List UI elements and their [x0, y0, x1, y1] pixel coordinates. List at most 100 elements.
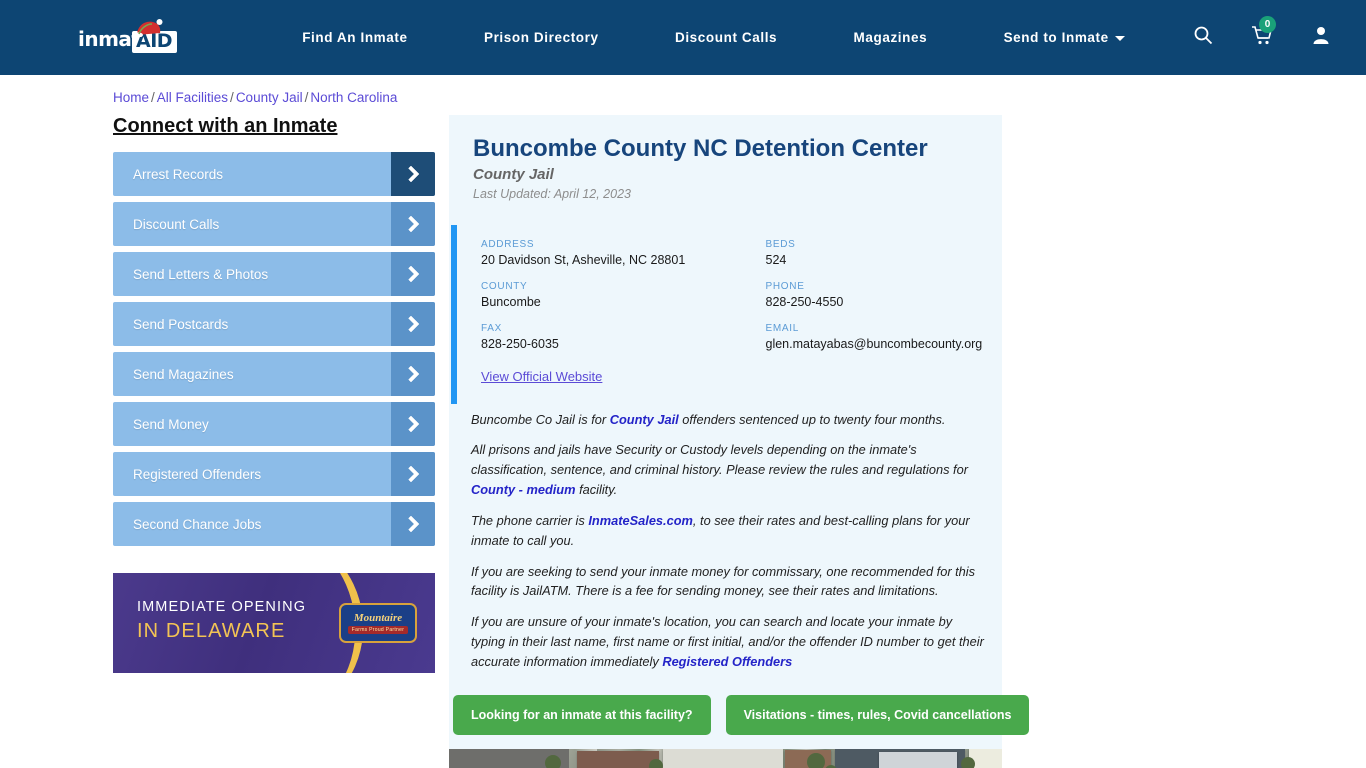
- paragraph-text: facility.: [575, 482, 618, 498]
- ad-headline-line2: IN DELAWARE: [137, 620, 286, 642]
- info-column-right: BEDS 524 PHONE 828-250-4550 EMAIL glen.m…: [742, 239, 1003, 386]
- ad-headline-line1: IMMEDIATE OPENING: [137, 599, 307, 615]
- shopping-cart-icon[interactable]: 0: [1251, 16, 1276, 50]
- nav-item-send-to-inmate[interactable]: Send to Inmate: [1004, 30, 1125, 45]
- breadcrumb-separator: /: [151, 90, 155, 105]
- facility-description: Buncombe Co Jail is for County Jail offe…: [449, 404, 1002, 672]
- description-paragraph-2: All prisons and jails have Security or C…: [471, 440, 988, 499]
- nav-item-find-an-inmate[interactable]: Find An Inmate: [302, 30, 407, 45]
- advertisement-banner[interactable]: IMMEDIATE OPENING IN DELAWARE Mountaire …: [113, 573, 435, 673]
- cart-count-badge: 0: [1259, 16, 1276, 33]
- chevron-right-icon: [391, 152, 435, 196]
- sidebar-item-label: Second Chance Jobs: [133, 516, 262, 532]
- view-official-website-link[interactable]: View Official Website: [481, 369, 602, 384]
- description-paragraph-3: The phone carrier is InmateSales.com, to…: [471, 511, 988, 551]
- sidebar-item-send-letters-photos[interactable]: Send Letters & Photos: [113, 252, 435, 296]
- nav-item-magazines[interactable]: Magazines: [854, 30, 928, 45]
- nav-label: Find An Inmate: [302, 30, 408, 45]
- nav-label: Discount Calls: [674, 30, 778, 45]
- sidebar-item-label: Registered Offenders: [133, 466, 262, 482]
- sidebar-item-label: Discount Calls: [133, 216, 220, 232]
- info-item-county: COUNTY Buncombe: [481, 281, 742, 309]
- registered-offenders-link[interactable]: Registered Offenders: [662, 654, 792, 669]
- sidebar: Connect with an Inmate Arrest Records Di…: [113, 115, 435, 768]
- sidebar-item-label: Send Letters & Photos: [133, 266, 269, 282]
- nav-item-discount-calls[interactable]: Discount Calls: [675, 30, 777, 45]
- facility-panel: Buncombe County NC Detention Center Coun…: [449, 115, 1030, 768]
- paragraph-text: offenders sentenced up to twenty four mo…: [678, 411, 946, 427]
- info-label: FAX: [481, 322, 502, 334]
- inmatesales-link[interactable]: InmateSales.com: [588, 513, 693, 528]
- paragraph-text: All prisons and jails have Security or C…: [471, 442, 968, 478]
- search-icon[interactable]: [1193, 25, 1213, 50]
- page-body: Home / All Facilities / County Jail / North Ca…: [0, 75, 1366, 768]
- ad-logo-text: Mountaire: [353, 611, 403, 624]
- site-header: inmate AID Find An Inmate Prison Directo…: [0, 0, 1366, 75]
- nav-label: Prison Directory: [483, 30, 599, 45]
- sidebar-item-registered-offenders[interactable]: Registered Offenders: [113, 452, 435, 496]
- info-value: 20 Davidson St, Asheville, NC 28801: [481, 252, 686, 267]
- sidebar-item-second-chance-jobs[interactable]: Second Chance Jobs: [113, 502, 435, 546]
- chevron-right-icon: [391, 502, 435, 546]
- info-item-email: EMAIL glen.matayabas@buncombecounty.org: [766, 323, 1003, 351]
- content-columns: Connect with an Inmate Arrest Records Di…: [0, 115, 1366, 768]
- paragraph-text: The phone carrier is: [471, 512, 589, 528]
- sidebar-item-label: Send Magazines: [133, 366, 234, 382]
- info-label: ADDRESS: [481, 238, 535, 250]
- nav-item-prison-directory[interactable]: Prison Directory: [484, 30, 599, 45]
- sidebar-item-discount-calls[interactable]: Discount Calls: [113, 202, 435, 246]
- ad-logo-subtext: Farms Proud Partner: [347, 625, 409, 634]
- breadcrumb-item-home[interactable]: Home: [113, 90, 149, 105]
- info-item-phone: PHONE 828-250-4550: [766, 281, 1003, 309]
- chevron-right-icon: [391, 352, 435, 396]
- breadcrumb: Home / All Facilities / County Jail / North Ca…: [0, 90, 1366, 105]
- info-item-fax: FAX 828-250-6035: [481, 323, 742, 351]
- sidebar-item-send-magazines[interactable]: Send Magazines: [113, 352, 435, 396]
- info-value: 828-250-6035: [481, 336, 559, 351]
- info-label: EMAIL: [765, 322, 800, 334]
- cta-button-row: Looking for an inmate at this facility? …: [449, 683, 1030, 749]
- county-jail-link[interactable]: County Jail: [610, 412, 679, 427]
- info-value: Buncombe: [481, 294, 541, 309]
- nav-label: Magazines: [853, 30, 928, 45]
- facility-info-box: ADDRESS 20 Davidson St, Asheville, NC 28…: [451, 224, 1003, 404]
- chevron-right-icon: [391, 452, 435, 496]
- sidebar-item-send-money[interactable]: Send Money: [113, 402, 435, 446]
- info-item-address: ADDRESS 20 Davidson St, Asheville, NC 28…: [481, 239, 742, 267]
- breadcrumb-item-north-carolina[interactable]: North Carolina: [310, 90, 397, 105]
- facility-type: County Jail: [473, 165, 554, 183]
- breadcrumb-item-all-facilities[interactable]: All Facilities: [157, 90, 228, 105]
- chevron-right-icon: [391, 402, 435, 446]
- info-value: glen.matayabas@buncombecounty.org: [765, 336, 983, 351]
- description-paragraph-5: If you are unsure of your inmate's locat…: [471, 612, 988, 671]
- description-paragraph-4: If you are seeking to send your inmate m…: [471, 563, 976, 599]
- breadcrumb-item-county-jail[interactable]: County Jail: [236, 90, 303, 105]
- info-column-left: ADDRESS 20 Davidson St, Asheville, NC 28…: [481, 239, 742, 386]
- sidebar-title: Connect with an Inmate: [113, 115, 338, 137]
- sidebar-item-label: Arrest Records: [133, 166, 224, 182]
- nav-label: Send to Inmate: [1003, 30, 1109, 45]
- sidebar-item-label: Send Postcards: [133, 316, 229, 332]
- info-value: 828-250-4550: [765, 294, 844, 309]
- county-medium-link[interactable]: County - medium: [471, 482, 576, 497]
- info-item-beds: BEDS 524: [766, 239, 1003, 267]
- page-title: Buncombe County NC Detention Center: [473, 135, 928, 162]
- chevron-right-icon: [391, 202, 435, 246]
- main-navigation: Find An Inmate Prison Directory Discount…: [184, 30, 1193, 45]
- looking-for-inmate-button[interactable]: Looking for an inmate at this facility?: [453, 694, 711, 735]
- user-account-icon[interactable]: [1311, 25, 1331, 50]
- ad-advertiser-logo: Mountaire Farms Proud Partner: [339, 603, 417, 643]
- paragraph-text: Buncombe Co Jail is for: [471, 411, 610, 427]
- info-label: COUNTY: [481, 280, 528, 292]
- facility-aerial-photo: [449, 748, 1002, 768]
- info-value: 524: [765, 252, 787, 267]
- info-label: BEDS: [765, 238, 796, 250]
- sidebar-item-arrest-records[interactable]: Arrest Records: [113, 152, 435, 196]
- chevron-down-icon: [1114, 35, 1125, 41]
- santa-hat-icon: [134, 18, 163, 37]
- sidebar-item-send-postcards[interactable]: Send Postcards: [113, 302, 435, 346]
- chevron-right-icon: [391, 252, 435, 296]
- chevron-right-icon: [391, 302, 435, 346]
- visitations-button[interactable]: Visitations - times, rules, Covid cancel…: [725, 694, 1030, 735]
- site-logo[interactable]: inmate AID: [78, 18, 184, 58]
